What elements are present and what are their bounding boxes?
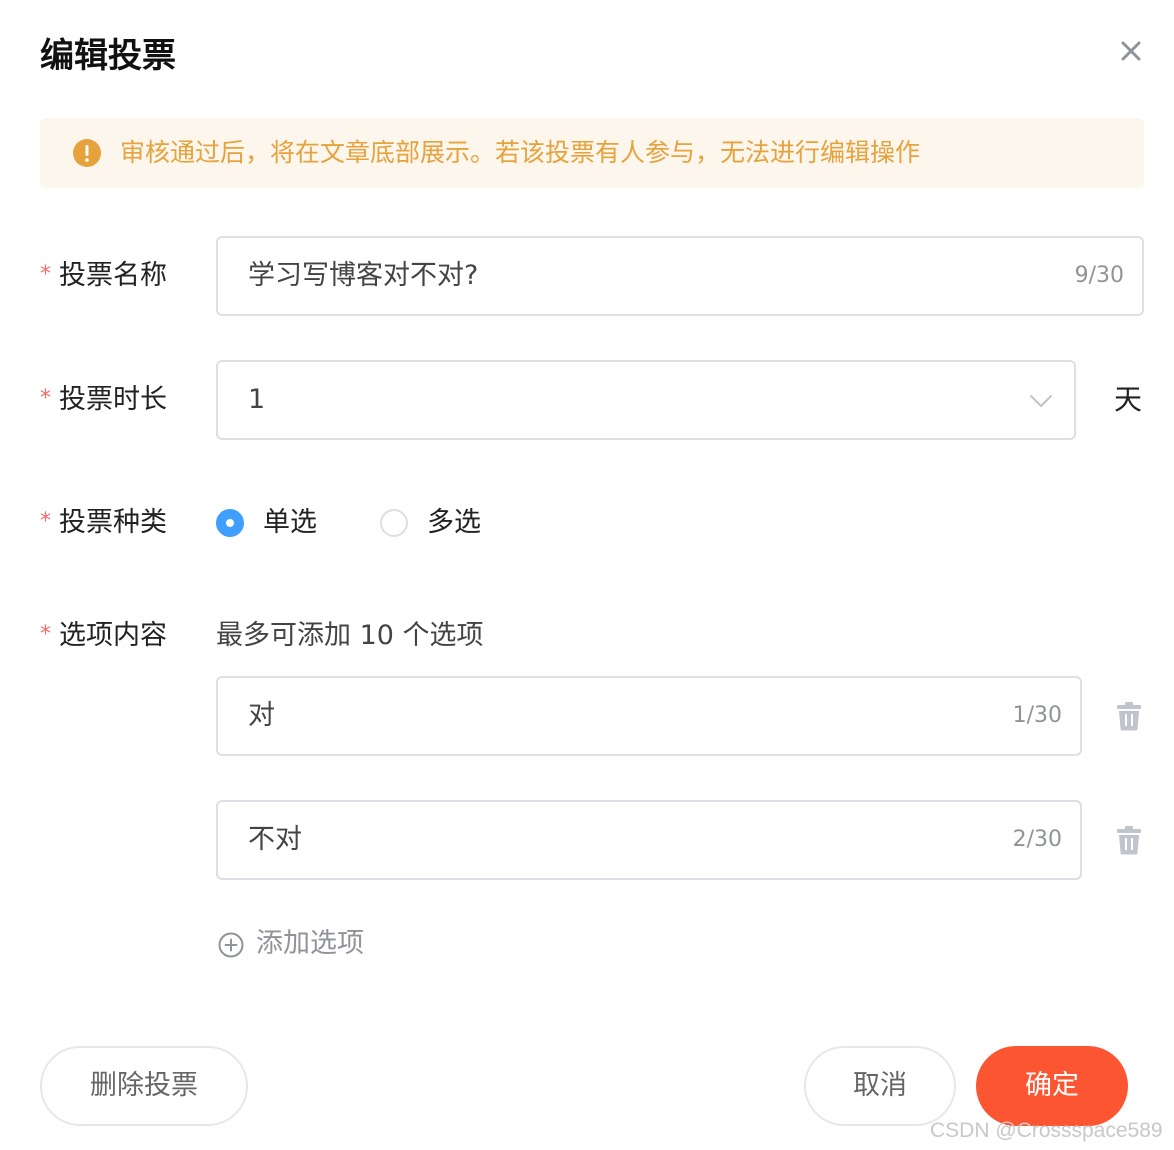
option-input-2[interactable]: 不对 2/30 [216,800,1082,880]
vote-name-input[interactable]: 学习写博客对不对? 9/30 [216,236,1144,316]
option-value: 不对 [248,824,302,855]
cancel-button[interactable]: 取消 [804,1046,956,1126]
options-content-label: * 选项内容 [40,620,167,651]
radio-multiple-choice[interactable] [380,509,408,537]
option-counter: 2/30 [1012,827,1062,852]
option-input-1[interactable]: 对 1/30 [216,676,1082,756]
delete-vote-button[interactable]: 删除投票 [40,1046,248,1126]
required-mark: * [40,509,51,534]
vote-duration-label: * 投票时长 [40,384,167,415]
trash-icon[interactable] [1116,825,1142,855]
required-mark: * [40,386,51,411]
option-counter: 1/30 [1012,703,1062,728]
radio-multiple-label[interactable]: 多选 [427,503,481,543]
trash-icon[interactable] [1116,701,1142,731]
vote-name-value: 学习写博客对不对? [248,260,479,291]
vote-name-counter: 9/30 [1074,263,1124,288]
radio-single-choice[interactable] [216,509,244,537]
required-mark: * [40,262,51,287]
required-mark: * [40,622,51,647]
notice-text: 审核通过后，将在文章底部展示。若该投票有人参与，无法进行编辑操作 [120,138,921,167]
add-option-label: 添加选项 [256,928,364,959]
edit-vote-dialog: 编辑投票 审核通过后，将在文章底部展示。若该投票有人参与，无法进行编辑操作 * 投… [0,0,1174,1150]
option-value: 对 [248,700,275,731]
vote-type-label: * 投票种类 [40,507,167,538]
confirm-button[interactable]: 确定 [976,1046,1128,1126]
plus-circle-icon [218,932,244,958]
radio-single-label[interactable]: 单选 [263,503,317,543]
exclamation-circle-icon [73,139,101,167]
options-limit-hint: 最多可添加 10 个选项 [216,620,484,651]
dialog-title: 编辑投票 [40,36,176,76]
vote-name-label: * 投票名称 [40,260,167,291]
notice-banner: 审核通过后，将在文章底部展示。若该投票有人参与，无法进行编辑操作 [40,118,1144,188]
close-icon [1121,41,1141,61]
duration-unit: 天 [1114,383,1143,416]
close-button[interactable] [1114,34,1148,68]
vote-duration-select[interactable]: 1 [216,360,1076,440]
watermark-text: CSDN @Crossspace589 [930,1119,1163,1142]
chevron-down-icon [1030,395,1052,407]
vote-duration-value: 1 [248,384,266,415]
